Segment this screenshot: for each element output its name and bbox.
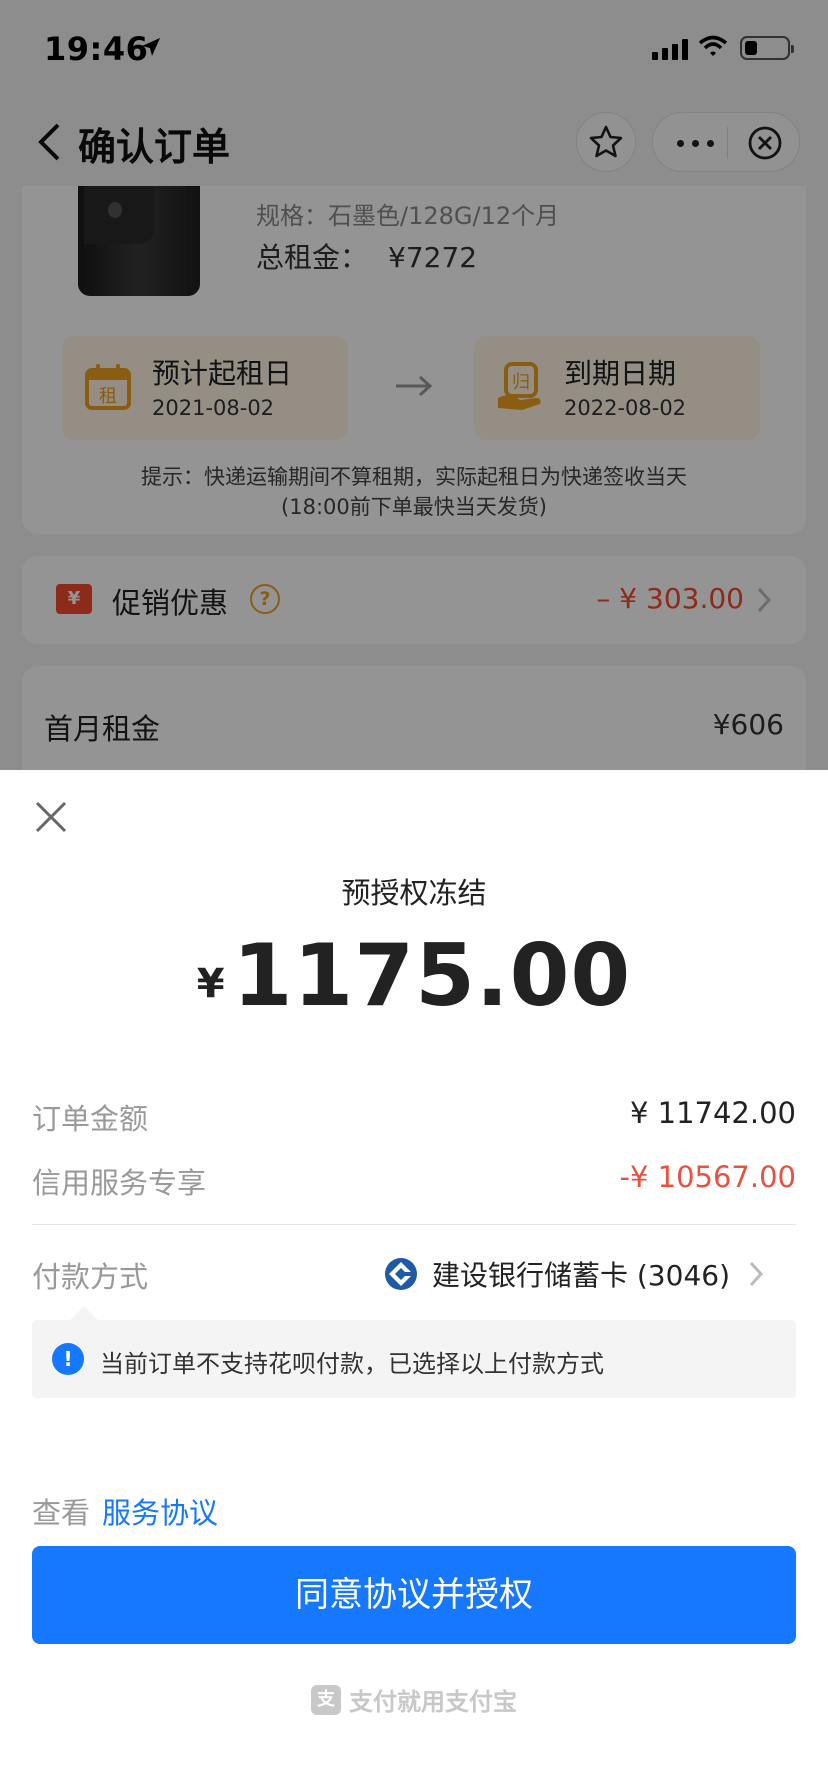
close-icon[interactable] xyxy=(34,800,68,834)
credit-service-value: -¥ 10567.00 xyxy=(619,1160,796,1194)
payment-sheet: 预授权冻结 ¥1175.00 订单金额 ¥ 11742.00 信用服务专享 -¥… xyxy=(0,770,828,1792)
payment-method-value: 建设银行储蓄卡 (3046) xyxy=(431,1259,730,1292)
divider xyxy=(32,1224,796,1225)
amount-currency: ¥ xyxy=(196,961,225,1007)
amount-value: 1175.00 xyxy=(232,926,632,1026)
sheet-title: 预授权冻结 xyxy=(341,876,487,910)
info-icon: ! xyxy=(52,1343,84,1375)
alipay-brand: 支 支付就用支付宝 xyxy=(0,1682,828,1717)
service-agreement-link[interactable]: 服务协议 xyxy=(102,1496,218,1530)
bank-icon xyxy=(384,1258,417,1290)
order-amount-label: 订单金额 xyxy=(32,1102,149,1136)
payment-method-label: 付款方式 xyxy=(32,1260,149,1294)
order-amount-value: ¥ 11742.00 xyxy=(629,1096,796,1130)
order-amount-row: 订单金额 ¥ 11742.00 xyxy=(32,1096,796,1140)
payment-method-selector[interactable]: 建设银行储蓄卡 (3046) xyxy=(384,1254,764,1294)
preauth-amount: ¥1175.00 xyxy=(0,926,828,1026)
alipay-icon: 支 xyxy=(311,1684,341,1715)
agree-authorize-button[interactable]: 同意协议并授权 xyxy=(32,1546,796,1644)
payment-method-row[interactable]: 付款方式 建设银行储蓄卡 (3046) xyxy=(32,1254,796,1298)
agreement-prefix: 查看 xyxy=(32,1496,91,1530)
credit-service-row: 信用服务专享 -¥ 10567.00 xyxy=(32,1160,796,1204)
brand-slogan: 支付就用支付宝 xyxy=(349,1688,517,1716)
agreement-line: 查看 服务协议 xyxy=(32,1490,218,1532)
notice-text: 当前订单不支持花呗付款，已选择以上付款方式 xyxy=(100,1350,604,1378)
credit-service-label: 信用服务专享 xyxy=(32,1166,207,1200)
payment-notice: ! 当前订单不支持花呗付款，已选择以上付款方式 xyxy=(32,1306,796,1398)
chevron-right-icon xyxy=(749,1261,764,1287)
modal-overlay[interactable] xyxy=(0,0,828,770)
